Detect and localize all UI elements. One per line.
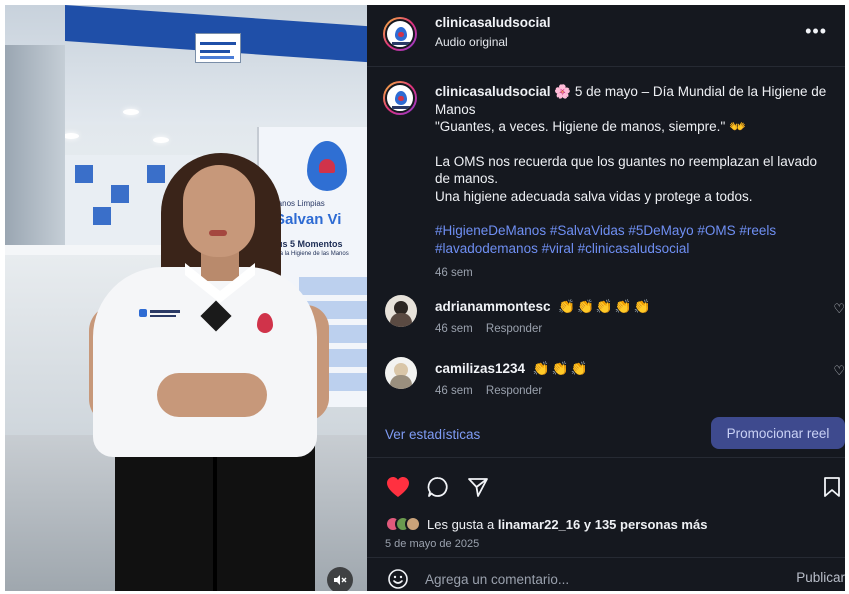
comment-body: adrianammontesc 👏👏👏👏👏 <box>435 299 652 315</box>
comment-like-icon[interactable]: ♡ <box>833 363 845 379</box>
view-insights-link[interactable]: Ver estadísticas <box>385 427 480 442</box>
comment-like-icon[interactable]: ♡ <box>833 301 845 317</box>
comment-button[interactable] <box>423 472 453 502</box>
ceiling-light <box>63 133 79 139</box>
caption-paragraph: Una higiene adecuada salva vidas y prote… <box>435 188 753 204</box>
share-button[interactable] <box>463 472 493 502</box>
post-actions: Les gusta a linamar22_16 y 135 personas … <box>367 457 845 567</box>
clinic-logo-icon <box>385 83 415 113</box>
reply-link[interactable]: Responder <box>486 385 542 397</box>
reel-video[interactable]: Manos Limpias Salvan Vi Sus 5 Momentos p… <box>5 5 367 591</box>
comment-username[interactable]: camilizas1234 <box>435 361 525 376</box>
commenter-avatar[interactable] <box>385 357 417 389</box>
comment-composer: Publicar <box>367 557 845 591</box>
banner-sub-text: Sus 5 Momentos <box>271 239 343 249</box>
clinic-logo-icon <box>385 19 415 49</box>
shirt-logo <box>139 309 183 319</box>
presenter-lips <box>209 230 227 236</box>
caption-age: 46 sem <box>435 267 473 279</box>
presenter-hands <box>157 373 267 417</box>
caption-text: clinicasaludsocial 🌸 5 de mayo – Día Mun… <box>435 83 833 283</box>
promote-reel-button[interactable]: Promocionar reel <box>711 417 845 449</box>
comment-text: 👏👏👏 <box>532 361 590 376</box>
likes-summary: Les gusta a linamar22_16 y 135 personas … <box>385 514 707 534</box>
audio-link[interactable]: Audio original <box>435 35 508 49</box>
door-sign <box>195 33 241 63</box>
banner-sub2-text: para la Higiene de las Manos <box>271 251 349 257</box>
likes-text: Les gusta a linamar22_16 y 135 personas … <box>427 517 707 532</box>
liker-avatar <box>405 516 421 532</box>
caption-username[interactable]: clinicasaludsocial <box>435 84 551 99</box>
likes-count[interactable]: y 135 personas más <box>584 517 708 532</box>
comment-body: camilizas1234 👏👏👏 <box>435 361 589 377</box>
comment-meta: 46 sem Responder <box>435 323 542 335</box>
like-button[interactable] <box>383 472 413 502</box>
presenter-face <box>183 165 255 257</box>
caption-avatar[interactable] <box>383 81 417 115</box>
comment-bubble-icon <box>427 477 448 497</box>
profile-avatar[interactable] <box>383 17 417 51</box>
comment-username[interactable]: adrianammontesc <box>435 299 551 314</box>
smiley-icon <box>388 569 408 589</box>
post-panel: clinicasaludsocial Audio original ••• cl… <box>367 5 845 591</box>
banner-big-text: Salvan Vi <box>275 211 342 228</box>
reel-viewer: Manos Limpias Salvan Vi Sus 5 Momentos p… <box>5 5 845 591</box>
mute-button[interactable] <box>327 567 353 591</box>
caption-quote: "Guantes, a veces. Higiene de manos, sie… <box>435 119 746 134</box>
caption-paragraph: La OMS nos recuerda que los guantes no r… <box>435 153 817 187</box>
more-options-icon[interactable]: ••• <box>805 21 827 42</box>
ceiling-light <box>153 137 169 143</box>
commenter-avatar[interactable] <box>385 295 417 327</box>
comment-item: adrianammontesc 👏👏👏👏👏 46 sem Responder ♡ <box>367 295 845 351</box>
speaker-muted-icon <box>334 575 347 585</box>
comment-input[interactable] <box>425 568 765 590</box>
comment-age: 46 sem <box>435 385 473 397</box>
heart-logo <box>319 159 335 173</box>
post-header: clinicasaludsocial Audio original ••• <box>367 5 845 67</box>
ceiling-light <box>123 109 139 115</box>
send-icon <box>468 478 488 497</box>
comment-meta: 46 sem Responder <box>435 385 542 397</box>
comment-age: 46 sem <box>435 323 473 335</box>
post-username[interactable]: clinicasaludsocial <box>435 15 551 30</box>
bookmark-icon <box>824 477 840 497</box>
save-button[interactable] <box>817 472 845 502</box>
emoji-button[interactable] <box>387 568 409 590</box>
caption-line-1: clinicasaludsocial 🌸 5 de mayo – Día Mun… <box>435 83 833 118</box>
liker-username[interactable]: linamar22_16 <box>498 517 580 532</box>
caption-hashtags[interactable]: #HigieneDeManos #SalvaVidas #5DeMayo #OM… <box>435 222 833 257</box>
presenter-shirt <box>93 267 317 457</box>
shirt-drop-logo <box>257 313 273 333</box>
comment-item: camilizas1234 👏👏👏 46 sem Responder ♡ <box>367 357 845 413</box>
post-date: 5 de mayo de 2025 <box>385 538 480 550</box>
heart-filled-icon <box>387 477 409 497</box>
publish-button[interactable]: Publicar <box>796 570 845 585</box>
likes-prefix: Les gusta a <box>427 516 495 532</box>
comment-text: 👏👏👏👏👏 <box>558 299 653 314</box>
reply-link[interactable]: Responder <box>486 323 542 335</box>
